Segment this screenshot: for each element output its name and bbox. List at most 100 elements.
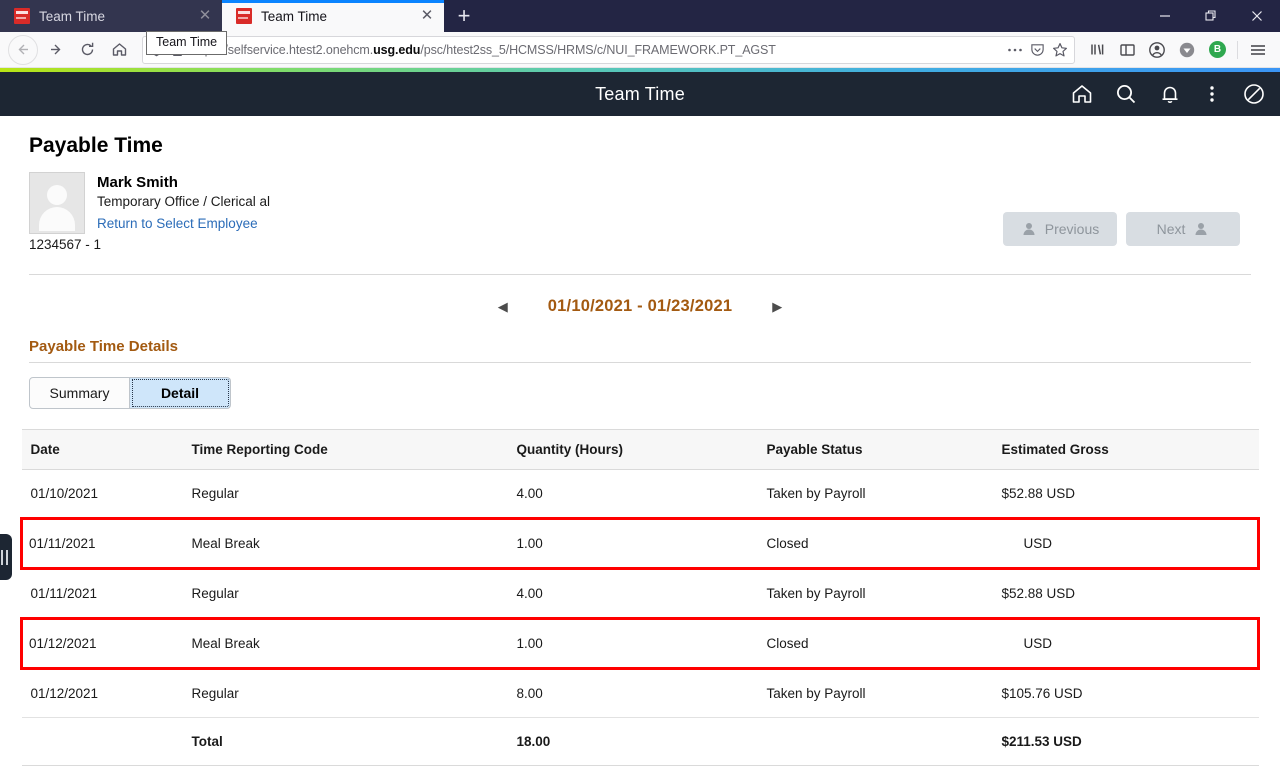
cell-gross: $52.88 USD (1002, 470, 1259, 519)
cell-qty: 1.00 (517, 519, 767, 569)
page-actions-icon[interactable] (1007, 47, 1023, 53)
sidebar-toggle-handle[interactable] (0, 534, 12, 580)
table-row[interactable]: 01/11/2021 Regular 4.00 Taken by Payroll… (22, 569, 1259, 619)
oracle-favicon (14, 8, 30, 24)
restore-icon[interactable] (1188, 0, 1234, 32)
employee-info: Mark Smith Temporary Office / Clerical a… (97, 172, 270, 231)
app-header: Team Time (0, 72, 1280, 116)
tab-detail[interactable]: Detail (130, 377, 231, 409)
close-icon[interactable]: ✕ (418, 7, 436, 25)
employee-job-title: Temporary Office / Clerical al (97, 194, 270, 209)
cell-qty: 8.00 (517, 669, 767, 718)
cell-status: Closed (767, 519, 1002, 569)
page-title: Payable Time (29, 134, 1260, 158)
table-row-highlighted[interactable]: 01/12/2021 Meal Break 1.00 Closed USD (22, 619, 1259, 669)
table-row[interactable]: 01/12/2021 Regular 8.00 Taken by Payroll… (22, 669, 1259, 718)
view-tab-group: Summary Detail (29, 377, 1260, 409)
avatar-head (47, 185, 67, 205)
browser-titlebar: Team Time ✕ Team Time ✕ + (0, 0, 1280, 32)
downloads-icon[interactable] (1173, 36, 1201, 64)
person-icon (1193, 221, 1209, 237)
section-title: Payable Time Details (29, 338, 1260, 355)
cell-date: 01/12/2021 (22, 619, 192, 669)
cell-date: 01/12/2021 (22, 669, 192, 718)
bitwarden-extension-icon[interactable]: B (1203, 36, 1231, 64)
column-header-status: Payable Status (767, 430, 1002, 470)
period-range: 01/10/2021 - 01/23/2021 (548, 297, 732, 316)
search-icon[interactable] (1114, 82, 1138, 106)
table-total-row: Total 18.00 $211.53 USD (22, 718, 1259, 766)
home-icon[interactable] (104, 35, 134, 65)
next-employee-label: Next (1157, 221, 1186, 237)
browser-tab-1[interactable]: Team Time ✕ (0, 0, 222, 32)
next-period-icon[interactable]: ▶ (772, 299, 782, 315)
reload-icon[interactable] (72, 35, 102, 65)
handle-bar (6, 550, 8, 565)
cell-date: 01/11/2021 (22, 569, 192, 619)
actions-menu-icon[interactable] (1202, 82, 1222, 106)
cell-total-qty: 18.00 (517, 718, 767, 766)
new-tab-button[interactable]: + (444, 0, 484, 32)
previous-period-icon[interactable]: ◀ (498, 299, 508, 315)
cell-qty: 4.00 (517, 569, 767, 619)
column-header-gross: Estimated Gross (1002, 430, 1259, 470)
library-icon[interactable] (1083, 36, 1111, 64)
browser-window: Team Time ✕ Team Time ✕ + (0, 0, 1280, 768)
cell-status: Taken by Payroll (767, 569, 1002, 619)
cell-qty: 1.00 (517, 619, 767, 669)
sidebar-icon[interactable] (1113, 36, 1141, 64)
account-icon[interactable] (1143, 36, 1171, 64)
cell-gross: USD (1002, 519, 1259, 569)
browser-tab-2[interactable]: Team Time ✕ (222, 0, 444, 32)
cell-trc: Regular (192, 470, 517, 519)
cell-date: 01/10/2021 (22, 470, 192, 519)
table-row-highlighted[interactable]: 01/11/2021 Meal Break 1.00 Closed USD (22, 519, 1259, 569)
payable-time-table: Date Time Reporting Code Quantity (Hours… (20, 429, 1260, 766)
toolbar-divider (1237, 41, 1238, 59)
table-row[interactable]: 01/10/2021 Regular 4.00 Taken by Payroll… (22, 470, 1259, 519)
forward-icon[interactable] (40, 35, 70, 65)
previous-employee-button[interactable]: Previous (1003, 212, 1117, 246)
payable-time-page: Payable Time Mark Smith Temporary Office… (0, 134, 1280, 766)
bookmark-star-icon[interactable] (1052, 42, 1068, 58)
page-content: Payable Time Mark Smith Temporary Office… (0, 116, 1280, 768)
app-title: Team Time (595, 84, 685, 105)
back-icon[interactable] (8, 35, 38, 65)
table-header-row: Date Time Reporting Code Quantity (Hours… (22, 430, 1259, 470)
cell-total-status (767, 718, 1002, 766)
close-icon[interactable] (1234, 0, 1280, 32)
cell-total-label: Total (192, 718, 517, 766)
previous-employee-label: Previous (1045, 221, 1099, 237)
tab-tooltip: Team Time (146, 31, 227, 55)
employee-header: Mark Smith Temporary Office / Clerical a… (29, 172, 1260, 234)
app-header-actions (1070, 72, 1266, 116)
cell-status: Taken by Payroll (767, 669, 1002, 718)
cell-gross: USD (1002, 619, 1259, 669)
employee-nav-buttons: Previous Next (1003, 212, 1240, 246)
avatar-body (39, 207, 75, 231)
minimize-icon[interactable] (1142, 0, 1188, 32)
close-icon[interactable]: ✕ (196, 7, 214, 25)
column-header-trc: Time Reporting Code (192, 430, 517, 470)
cell-trc: Meal Break (192, 619, 517, 669)
menu-icon[interactable] (1244, 36, 1272, 64)
url-bar[interactable]: https://selfservice.htest2.onehcm.usg.ed… (142, 36, 1075, 64)
tab-title: Team Time (39, 9, 187, 24)
tab-summary[interactable]: Summary (29, 377, 130, 409)
column-header-date: Date (22, 430, 192, 470)
cell-trc: Regular (192, 569, 517, 619)
pocket-icon[interactable] (1030, 42, 1045, 57)
navbar-icon[interactable] (1242, 82, 1266, 106)
notifications-icon[interactable] (1158, 82, 1182, 106)
home-icon[interactable] (1070, 82, 1094, 106)
cell-gross: $52.88 USD (1002, 569, 1259, 619)
next-employee-button[interactable]: Next (1126, 212, 1240, 246)
window-controls (1142, 0, 1280, 32)
cell-total-gross: $211.53 USD (1002, 718, 1259, 766)
avatar (29, 172, 85, 234)
toolbar-actions: B (1083, 36, 1272, 64)
return-to-select-employee-link[interactable]: Return to Select Employee (97, 216, 270, 231)
cell-trc: Meal Break (192, 519, 517, 569)
browser-toolbar: https://selfservice.htest2.onehcm.usg.ed… (0, 32, 1280, 68)
cell-date: 01/11/2021 (22, 519, 192, 569)
